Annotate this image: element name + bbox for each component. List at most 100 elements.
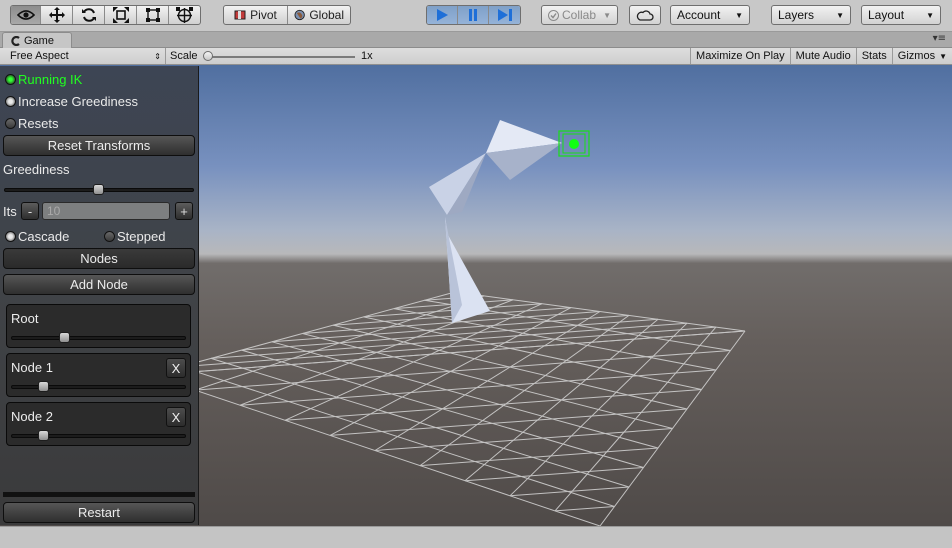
tab-game[interactable]: Game — [2, 32, 72, 48]
running-ik-toggle[interactable]: Running IK — [5, 71, 82, 87]
layers-caret-icon: ▼ — [836, 10, 844, 20]
cloud-icon — [636, 9, 654, 21]
resets-toggle[interactable]: Resets — [5, 115, 58, 131]
global-toggle[interactable]: Global — [288, 6, 350, 24]
stats-toggle[interactable]: Stats — [855, 48, 892, 64]
its-decrement-button[interactable]: - — [21, 202, 39, 220]
running-ik-label: Running IK — [18, 71, 83, 87]
cascade-radio-icon — [5, 230, 16, 242]
pause-icon — [469, 9, 477, 21]
globe-icon — [294, 9, 305, 21]
grid-line — [194, 350, 731, 391]
step-button[interactable] — [489, 6, 520, 24]
layout-label: Layout — [868, 8, 905, 22]
transform-tools — [10, 5, 201, 25]
its-label: Its — [3, 204, 17, 219]
grid-line — [419, 314, 630, 467]
grid-line — [419, 447, 659, 467]
aspect-dropdown[interactable]: Free Aspect ⇕ — [0, 48, 166, 64]
stepped-label: Stepped — [117, 228, 166, 244]
gizmos-caret-icon: ▼ — [939, 51, 947, 61]
account-caret-icon: ▼ — [735, 10, 743, 20]
move-arrows-icon — [48, 7, 65, 23]
node-2-name: Node 2 — [11, 409, 53, 424]
collab-dropdown[interactable]: Collab ▼ — [541, 5, 618, 25]
maximize-on-play-toggle[interactable]: Maximize On Play — [690, 48, 790, 64]
increase-greediness-label: Increase Greediness — [18, 93, 138, 109]
ik-target-icon[interactable] — [569, 139, 579, 149]
eye-icon — [16, 10, 35, 20]
increase-greediness-radio-icon — [5, 95, 16, 107]
account-dropdown[interactable]: Account ▼ — [670, 5, 750, 25]
playback-controls — [426, 5, 521, 25]
greediness-label: Greediness — [3, 162, 70, 177]
node-2-slider-thumb[interactable] — [38, 430, 49, 441]
running-ik-radio-icon — [5, 73, 16, 85]
nodes-button[interactable]: Nodes — [3, 248, 195, 269]
its-increment-button[interactable]: + — [175, 202, 193, 220]
increase-greediness-toggle[interactable]: Increase Greediness — [5, 93, 138, 109]
cascade-label: Cascade — [18, 228, 70, 244]
node-box-2: Node 2 X — [6, 402, 191, 446]
ik-control-panel: Running IK Increase Greediness Resets Re… — [0, 66, 199, 525]
tab-game-label: Game — [24, 34, 54, 47]
collab-content: Collab — [548, 8, 596, 22]
grid-line — [180, 326, 717, 368]
node-2-remove-button[interactable]: X — [166, 407, 186, 427]
layout-dropdown[interactable]: Layout ▼ — [861, 5, 941, 25]
its-input[interactable]: 10 — [42, 202, 170, 220]
rotate-icon — [81, 8, 96, 22]
pivot-toggle[interactable]: Pivot — [224, 6, 288, 24]
scale-slider-track[interactable] — [207, 56, 355, 58]
add-node-button[interactable]: Add Node — [3, 274, 195, 295]
checkmark-icon — [548, 9, 559, 21]
cloud-button[interactable] — [629, 5, 661, 25]
game-view-toolbar: Free Aspect ⇕ Scale 1x Maximize On Play … — [0, 48, 952, 65]
ground-grid — [149, 291, 746, 526]
layout-caret-icon: ▼ — [926, 10, 934, 20]
pivot-icon — [234, 10, 246, 20]
game-tab-icon — [11, 35, 20, 46]
node-1-slider-thumb[interactable] — [38, 381, 49, 392]
move-tool-button[interactable] — [41, 6, 73, 24]
dock-tab-bar: Game ▾≡ — [0, 32, 952, 48]
aspect-updown-icon: ⇕ — [154, 51, 161, 61]
gizmos-dropdown[interactable]: Gizmos ▼ — [891, 48, 952, 64]
account-label: Account — [677, 8, 721, 22]
ik-arm — [429, 120, 590, 323]
global-label: Global — [309, 8, 344, 22]
greediness-slider-thumb[interactable] — [93, 184, 104, 195]
unity-editor-window: Pivot Global Collab ▼ Account ▼ Layers ▼… — [0, 0, 952, 548]
scale-tool-button[interactable] — [105, 6, 137, 24]
play-button[interactable] — [427, 6, 458, 24]
stepped-radio-icon — [104, 230, 115, 242]
node-box-root: Root — [6, 304, 191, 348]
tab-menu-icon[interactable]: ▾≡ — [933, 33, 946, 44]
node-root-slider-track[interactable] — [11, 336, 186, 340]
restart-button[interactable]: Restart — [3, 502, 195, 523]
reset-transforms-button[interactable]: Reset Transforms — [3, 135, 195, 156]
pivot-global-toggles: Pivot Global — [223, 5, 351, 25]
view-tool-button[interactable] — [11, 6, 41, 24]
collab-label: Collab — [562, 8, 597, 22]
mute-audio-toggle[interactable]: Mute Audio — [789, 48, 856, 64]
grid-line — [239, 369, 717, 406]
scale-value: 1x — [361, 50, 373, 62]
node-1-name: Node 1 — [11, 360, 53, 375]
transform-tool-button[interactable] — [169, 6, 200, 24]
grid-line — [554, 506, 615, 512]
node-root-name: Root — [11, 311, 39, 326]
node-1-remove-button[interactable]: X — [166, 358, 186, 378]
scale-slider-thumb[interactable] — [203, 51, 213, 61]
cascade-toggle[interactable]: Cascade — [5, 228, 69, 244]
stepped-toggle[interactable]: Stepped — [104, 228, 165, 244]
layers-dropdown[interactable]: Layers ▼ — [771, 5, 851, 25]
node-root-slider-thumb[interactable] — [59, 332, 70, 343]
pause-button[interactable] — [458, 6, 489, 24]
rotate-tool-button[interactable] — [73, 6, 105, 24]
rect-tool-button[interactable] — [137, 6, 169, 24]
status-bar — [0, 526, 952, 548]
node-box-1: Node 1 X — [6, 353, 191, 397]
collab-caret-icon: ▼ — [603, 10, 611, 20]
layers-label: Layers — [778, 8, 815, 22]
